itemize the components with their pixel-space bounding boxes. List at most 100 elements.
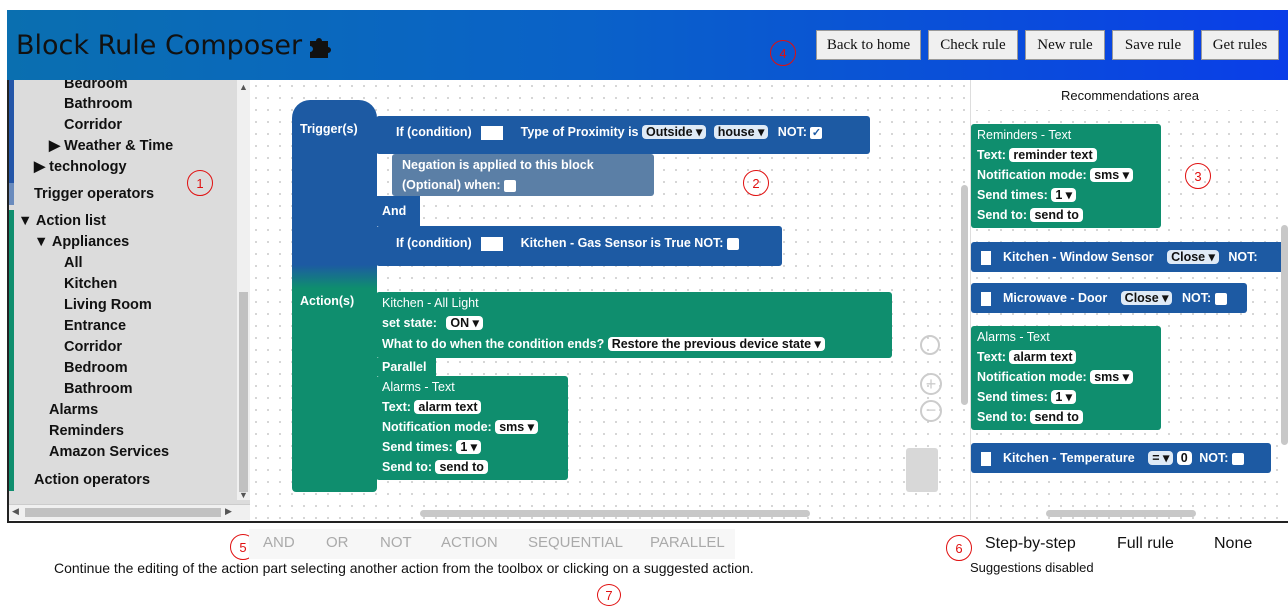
negation-block[interactable]: Negation is applied to this block (Optio…	[392, 154, 654, 196]
scrollbar-thumb[interactable]	[25, 508, 221, 517]
sequential-operator-button[interactable]: SEQUENTIAL	[528, 534, 623, 551]
recommendations-horizontal-scrollbar[interactable]	[1046, 510, 1196, 517]
toolbox-item[interactable]: ▶ Weather & Time	[49, 136, 173, 156]
mode-dropdown[interactable]: sms ▾	[1090, 370, 1133, 384]
calendar-icon[interactable]	[481, 236, 504, 251]
mode-dropdown[interactable]: sms ▾	[495, 420, 538, 434]
full-rule-mode[interactable]: Full rule	[1117, 535, 1174, 553]
when-checkbox[interactable]	[504, 179, 517, 192]
and-operator-block[interactable]: And	[376, 196, 420, 226]
send-to-input[interactable]: send to	[435, 460, 488, 474]
action-block[interactable]: Kitchen - All Light set state: ON ▾ What…	[376, 292, 892, 358]
toolbox-item[interactable]: Reminders	[49, 421, 124, 441]
end-behavior-dropdown[interactable]: Restore the previous device state ▾	[607, 337, 825, 351]
toolbox-item[interactable]: Alarms	[49, 400, 98, 420]
toolbox-item[interactable]: ▼ Appliances	[34, 232, 129, 252]
condition-block[interactable]: If (condition) Type of Proximity is Outs…	[376, 116, 870, 154]
text-input[interactable]: alarm text	[1009, 350, 1077, 364]
canvas-horizontal-scrollbar[interactable]	[420, 510, 810, 517]
or-operator-button[interactable]: OR	[326, 534, 349, 551]
back-to-home-button[interactable]: Back to home	[816, 30, 921, 60]
notification-mode-label: Notification mode:	[382, 420, 492, 434]
toolbox-item[interactable]: ▶ technology	[34, 157, 127, 177]
connector-notch-icon	[981, 291, 991, 306]
toolbox-vertical-scrollbar[interactable]: ▲ ▼	[237, 80, 250, 500]
recommendations-area[interactable]: Recommendations area Reminders - Text Te…	[970, 80, 1288, 520]
toolbox-item[interactable]: Bathroom	[64, 94, 132, 114]
scroll-right-icon[interactable]: ▶	[225, 506, 232, 517]
state-dropdown[interactable]: ON ▾	[446, 316, 483, 330]
send-to-input[interactable]: send to	[1030, 208, 1083, 222]
operator-dropdown[interactable]: = ▾	[1148, 451, 1174, 465]
send-to-input[interactable]: send to	[1030, 410, 1083, 424]
zoom-in-icon[interactable]: +	[920, 373, 942, 395]
not-checkbox[interactable]	[726, 237, 739, 250]
and-operator-button[interactable]: AND	[263, 534, 295, 551]
connector-notch-icon	[981, 451, 991, 466]
status-message: Continue the editing of the action part …	[54, 560, 754, 576]
suggested-trigger-block[interactable]: Microwave - Door Close ▾ NOT:	[971, 283, 1247, 313]
times-dropdown[interactable]: 1 ▾	[1051, 390, 1077, 404]
state-dropdown[interactable]: Close ▾	[1120, 291, 1173, 305]
app-title-text: Block Rule Composer	[16, 30, 303, 61]
scroll-left-icon[interactable]: ◀	[12, 506, 19, 517]
suggested-trigger-block[interactable]: Kitchen - Window Sensor Close ▾ NOT:	[971, 242, 1288, 272]
canvas-vertical-scrollbar[interactable]	[961, 185, 968, 405]
parallel-operator-block[interactable]: Parallel	[376, 358, 436, 376]
toolbox-item[interactable]: Living Room	[64, 295, 152, 315]
toolbox-item[interactable]: Entrance	[64, 316, 126, 336]
proximity-dropdown[interactable]: Outside ▾	[641, 125, 707, 139]
not-checkbox[interactable]	[1231, 452, 1244, 465]
workspace-canvas[interactable]: Trigger(s) Action(s) If (condition) Type…	[250, 80, 970, 520]
recenter-icon[interactable]	[920, 335, 940, 355]
get-rules-button[interactable]: Get rules	[1201, 30, 1279, 60]
none-mode[interactable]: None	[1214, 535, 1252, 553]
text-input[interactable]: alarm text	[414, 400, 482, 414]
not-checkbox[interactable]: ✓	[810, 126, 823, 139]
toolbox-item[interactable]: All	[64, 253, 83, 273]
annotation-marker: 6	[946, 535, 972, 561]
suggested-trigger-block[interactable]: Kitchen - Temperature = ▾ 0 NOT:	[971, 443, 1271, 473]
times-dropdown[interactable]: 1 ▾	[456, 440, 482, 454]
toolbox-item[interactable]: Bedroom	[64, 358, 128, 378]
toolbox-horizontal-scrollbar[interactable]: ◀ ▶	[9, 504, 250, 520]
parallel-operator-button[interactable]: PARALLEL	[650, 534, 725, 551]
not-checkbox[interactable]	[1214, 292, 1227, 305]
check-rule-button[interactable]: Check rule	[928, 30, 1018, 60]
state-dropdown[interactable]: Close ▾	[1167, 250, 1219, 264]
actions-label: Action(s)	[300, 294, 355, 308]
scrollbar-thumb[interactable]	[239, 292, 248, 492]
not-label: NOT:	[777, 125, 807, 139]
value-input[interactable]: 0	[1176, 451, 1192, 465]
scroll-down-icon[interactable]: ▼	[239, 490, 248, 500]
toolbox-item[interactable]: ▼ Action list	[18, 211, 106, 231]
step-by-step-mode[interactable]: Step-by-step	[985, 535, 1076, 553]
toolbox-item[interactable]: Amazon Services	[49, 442, 169, 462]
toolbox-item[interactable]: Kitchen	[64, 274, 117, 294]
condition-block[interactable]: If (condition) Kitchen - Gas Sensor is T…	[376, 226, 782, 266]
trash-icon[interactable]	[906, 448, 938, 492]
mode-dropdown[interactable]: sms ▾	[1090, 168, 1133, 182]
toolbox-item[interactable]: Corridor	[64, 115, 122, 135]
not-operator-button[interactable]: NOT	[380, 534, 412, 551]
recommendations-vertical-scrollbar[interactable]	[1281, 225, 1288, 445]
new-rule-button[interactable]: New rule	[1025, 30, 1105, 60]
toolbox-item[interactable]: Corridor	[64, 337, 122, 357]
toolbox-item[interactable]: Bathroom	[64, 379, 132, 399]
zoom-out-icon[interactable]: −	[920, 400, 942, 422]
suggested-action-block[interactable]: Alarms - Text Text: alarm text Notificat…	[971, 326, 1161, 430]
location-dropdown[interactable]: house ▾	[713, 125, 769, 139]
save-rule-button[interactable]: Save rule	[1112, 30, 1194, 60]
suggested-action-block[interactable]: Reminders - Text Text: reminder text Not…	[971, 124, 1161, 228]
text-input[interactable]: reminder text	[1009, 148, 1097, 162]
if-condition-label: If (condition)	[396, 125, 472, 139]
toolbox-item[interactable]: Trigger operators	[34, 184, 154, 204]
scroll-up-icon[interactable]: ▲	[239, 82, 248, 92]
times-dropdown[interactable]: 1 ▾	[1051, 188, 1077, 202]
toolbox-item[interactable]: Bedroom	[64, 80, 128, 94]
annotation-marker: 3	[1185, 163, 1211, 189]
action-operator-button[interactable]: ACTION	[441, 534, 498, 551]
calendar-icon[interactable]	[481, 125, 504, 140]
action-block[interactable]: Alarms - Text Text: alarm text Notificat…	[376, 376, 568, 480]
toolbox-item[interactable]: Action operators	[34, 470, 150, 490]
